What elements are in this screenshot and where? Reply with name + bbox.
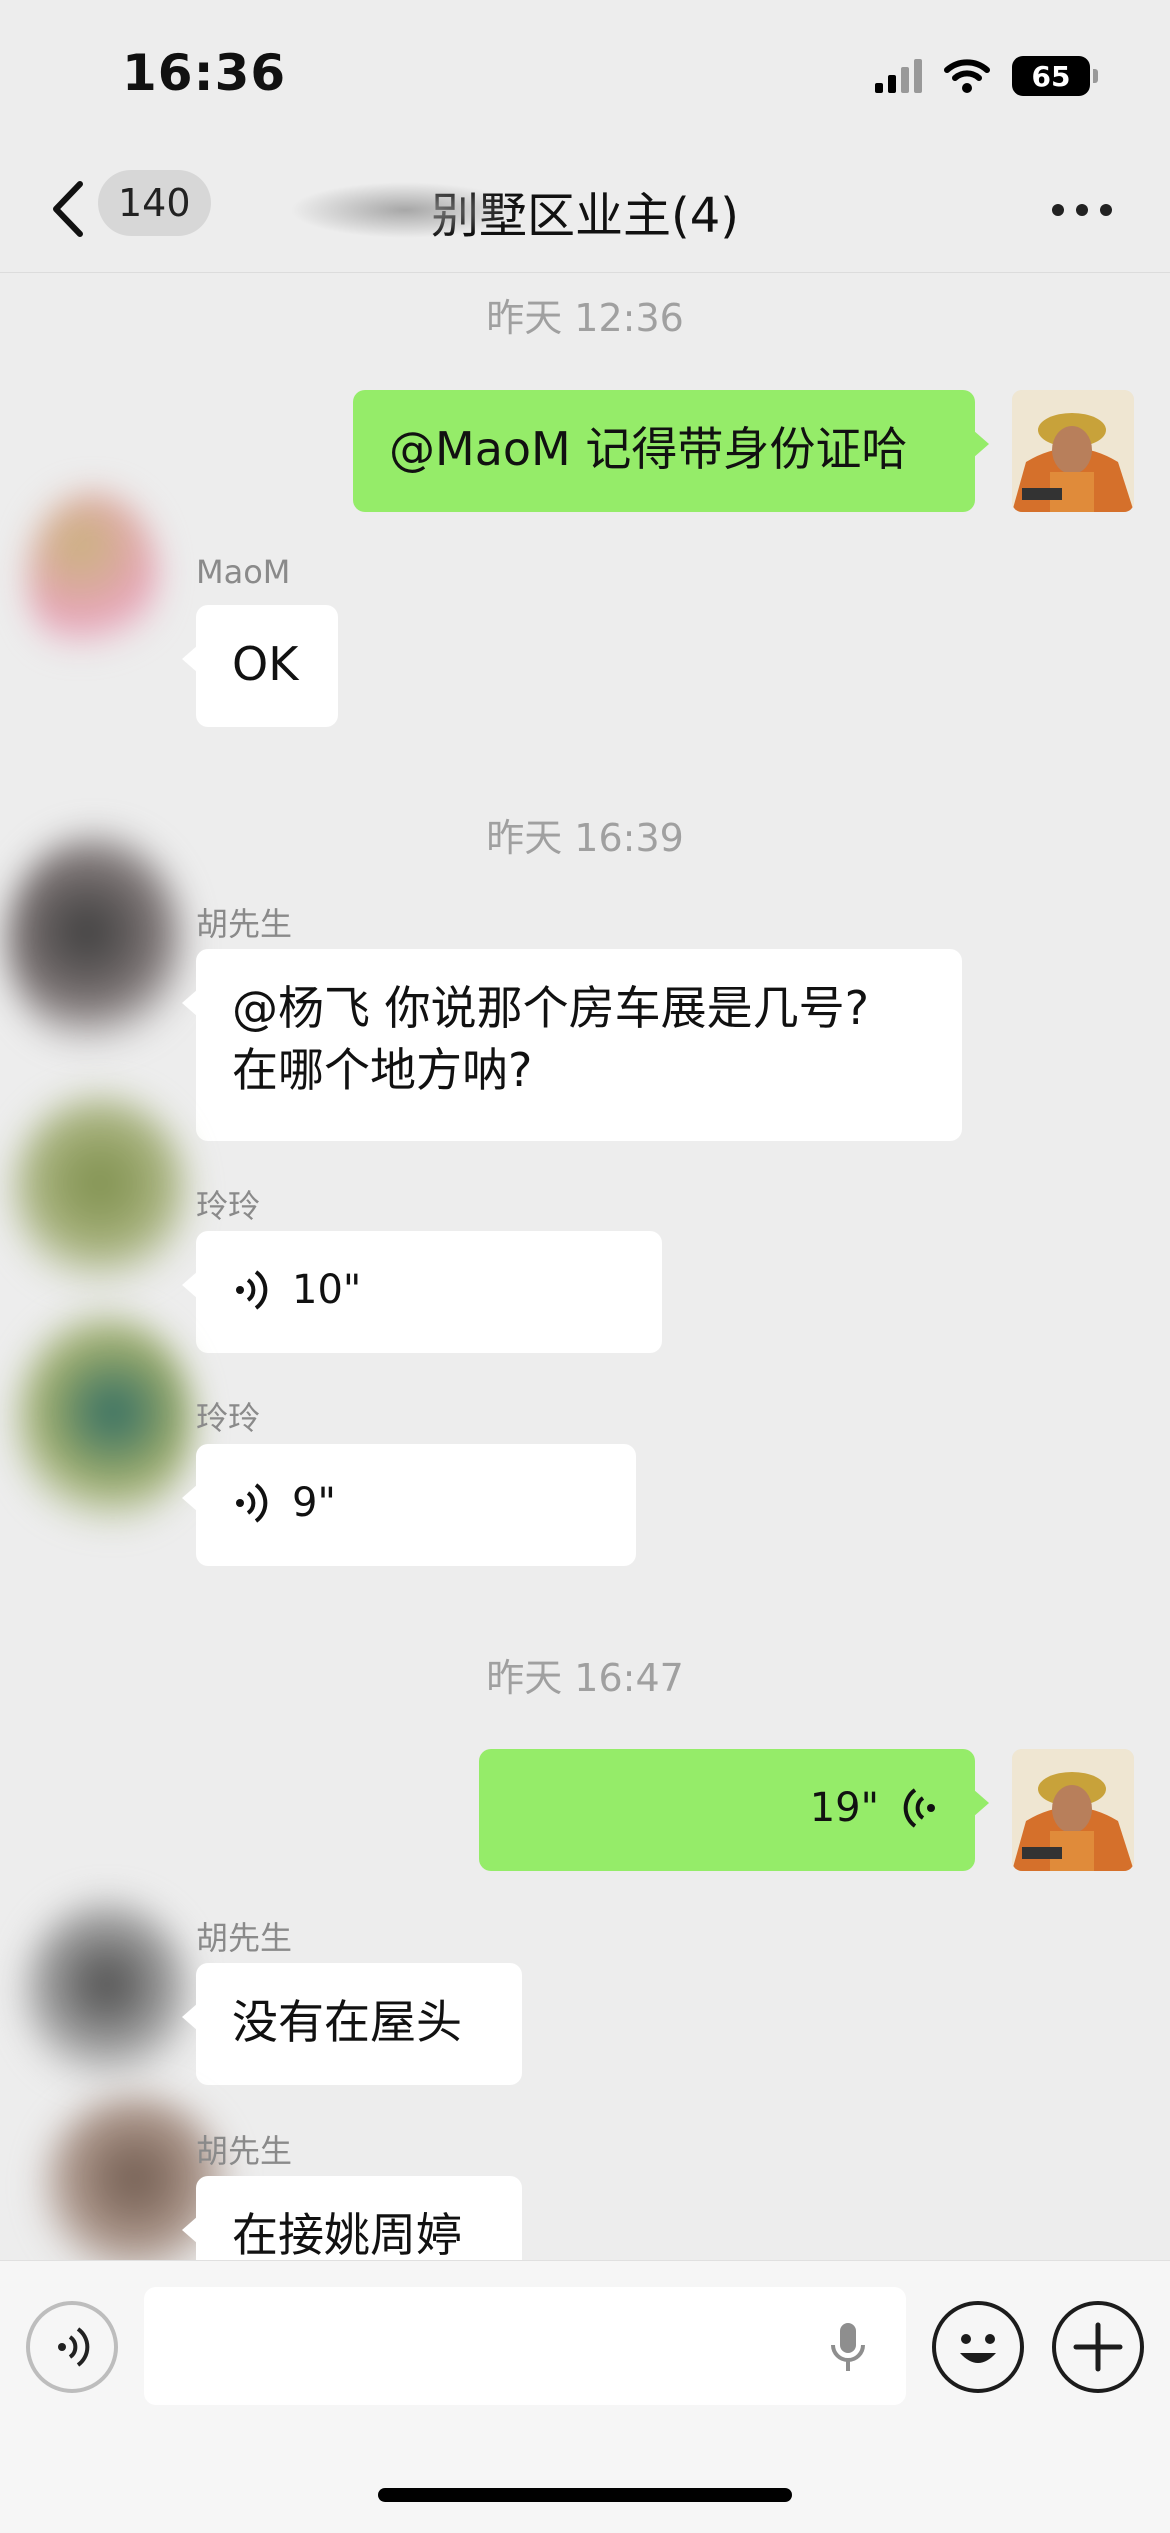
message-bubble[interactable]: @杨飞 你说那个房车展是几号? 在哪个地方呐? (182, 949, 962, 1141)
message-list[interactable]: 昨天 12:36 @MaoM 记得带身份证哈 MaoM OK 昨天 16:39 … (0, 273, 1170, 2260)
plus-icon[interactable] (1052, 2301, 1144, 2393)
voice-message-bubble[interactable]: 10" (182, 1231, 662, 1353)
avatar[interactable] (10, 1093, 190, 1293)
sender-name: 胡先生 (196, 905, 293, 943)
timestamp: 昨天 12:36 (486, 296, 684, 340)
avatar-image (1012, 390, 1134, 512)
voice-duration: 9" (292, 1480, 336, 1526)
self-message-bubble[interactable]: @MaoM 记得带身份证哈 (353, 390, 989, 512)
chat-title[interactable]: 别墅区业主(4) (0, 176, 1170, 246)
status-icons: 65 (875, 52, 1098, 100)
avatar[interactable] (14, 1313, 194, 1533)
message-bubble[interactable]: 在接姚周婷 (182, 2176, 522, 2260)
chat-header: 140 别墅区业主(4) (0, 150, 1170, 273)
self-avatar[interactable] (1012, 390, 1134, 512)
message-text: 在接姚周婷 (232, 2208, 462, 2260)
message-input[interactable] (144, 2287, 906, 2405)
status-time: 16:36 (122, 44, 287, 102)
message-text: 没有在屋头 (232, 1995, 462, 2049)
status-bar: 16:36 65 (0, 0, 1170, 150)
message-text: OK (232, 637, 299, 691)
voice-mode-icon[interactable] (26, 2301, 118, 2393)
message-text: @MaoM 记得带身份证哈 (389, 422, 908, 476)
voice-message-bubble[interactable]: 9" (182, 1444, 636, 1566)
timestamp: 昨天 16:47 (486, 1656, 684, 1700)
voice-wave-icon (236, 1270, 268, 1310)
home-indicator[interactable] (378, 2488, 792, 2502)
avatar[interactable] (22, 1899, 192, 2089)
voice-duration: 19" (809, 1785, 879, 1831)
voice-wave-icon (236, 1483, 268, 1523)
timestamp: 昨天 16:39 (486, 816, 684, 860)
more-dots-icon[interactable] (1052, 204, 1112, 218)
sender-name: 胡先生 (196, 2132, 293, 2170)
avatar-image (1012, 1749, 1134, 1871)
voice-wave-icon (903, 1788, 935, 1828)
sender-name: 玲玲 (196, 1187, 261, 1225)
battery-icon: 65 (1012, 56, 1098, 96)
message-bubble[interactable]: 没有在屋头 (182, 1963, 522, 2085)
self-voice-message-bubble[interactable]: 19" (479, 1749, 989, 1871)
self-avatar[interactable] (1012, 1749, 1134, 1871)
avatar[interactable] (6, 833, 186, 1053)
avatar[interactable] (28, 493, 158, 663)
sender-name: 胡先生 (196, 1919, 293, 1957)
sender-name: MaoM (196, 553, 291, 591)
message-bubble[interactable]: OK (182, 605, 338, 727)
redacted-title-part (290, 182, 520, 238)
wifi-icon (944, 59, 990, 93)
battery-level: 65 (1031, 59, 1071, 93)
microphone-icon[interactable] (830, 2321, 866, 2373)
voice-duration: 10" (292, 1267, 362, 1313)
signal-icon (875, 59, 922, 93)
emoji-icon[interactable] (932, 2301, 1024, 2393)
sender-name: 玲玲 (196, 1399, 261, 1437)
message-text-line: @杨飞 你说那个房车展是几号? (232, 981, 870, 1035)
message-text-line: 在哪个地方呐? (232, 1043, 533, 1097)
